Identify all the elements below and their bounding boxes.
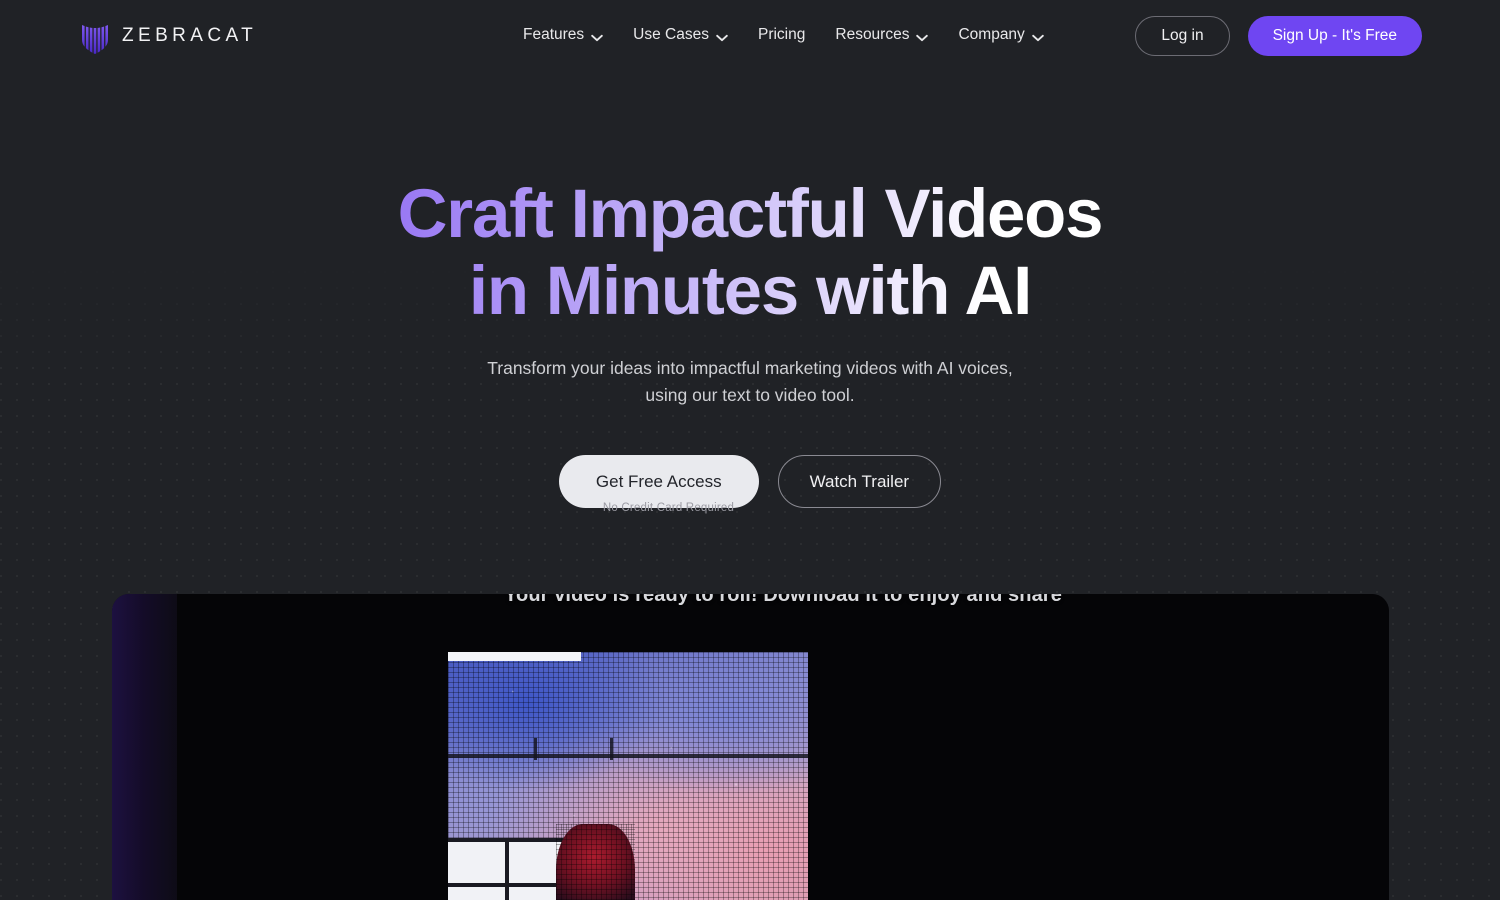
headline-line-1: Craft Impactful Videos [397, 175, 1103, 252]
no-credit-card-note: No Credit Card Required [602, 502, 735, 514]
nav-item-pricing-label: Pricing [757, 26, 806, 43]
hero-subheading-line-2: using our text to video tool. [645, 385, 855, 405]
zebracat-shield-bars-logo-icon [82, 18, 108, 54]
ceiling-light-bar [448, 652, 582, 661]
nav-item-pricing[interactable]: Pricing [743, 22, 820, 48]
paned-window [448, 838, 567, 900]
chevron-down-icon [716, 32, 728, 42]
nav-item-features-label: Features [523, 26, 585, 43]
hero-section: Craft Impactful Videos in Minutes with A… [0, 175, 1500, 514]
signup-button[interactable]: Sign Up - It's Free [1247, 16, 1422, 56]
nav-links: Features Use Cases Pricing Resources Com… [508, 22, 1059, 48]
page-title: Craft Impactful Videos in Minutes with A… [0, 175, 1500, 329]
window-mullion-horizontal [448, 883, 563, 888]
nav-actions: Log in Sign Up - It's Free [1135, 16, 1422, 56]
video-subject-figure [556, 824, 636, 900]
video-ready-caption: Your video is ready to roll! Download it… [504, 594, 1062, 606]
login-button[interactable]: Log in [1135, 16, 1230, 56]
nav-item-company[interactable]: Company [943, 22, 1058, 48]
hero-subheading-line-1: Transform your ideas into impactful mark… [487, 358, 1013, 378]
get-free-access-button[interactable]: Get Free Access [558, 455, 759, 508]
window-mullion-vertical [505, 842, 510, 900]
brand-logo[interactable]: ZEBRACAT [82, 18, 257, 54]
ceiling-beam [448, 753, 808, 758]
nav-item-resources-label: Resources [835, 26, 910, 43]
hero-cta-row: Get Free Access Watch Trailer [0, 455, 1500, 508]
nav-item-resources[interactable]: Resources [820, 22, 943, 48]
ceiling-beam-post [610, 738, 613, 760]
chevron-down-icon [591, 32, 603, 42]
chevron-down-icon [916, 32, 929, 42]
nav-item-features[interactable]: Features [508, 22, 618, 48]
brand-wordmark: ZEBRACAT [122, 25, 258, 46]
ceiling-beam-post [534, 738, 538, 760]
top-navigation-bar: ZEBRACAT Features Use Cases Pricing Reso… [0, 0, 1500, 72]
nav-item-use-cases[interactable]: Use Cases [618, 22, 743, 48]
chevron-down-icon [1032, 32, 1044, 42]
video-showcase-panel[interactable]: Your video is ready to roll! Download it… [112, 594, 1389, 900]
video-still-frame [448, 652, 808, 900]
nav-item-use-cases-label: Use Cases [633, 26, 709, 43]
headline-line-2: in Minutes with AI [468, 252, 1032, 329]
hero-subheading: Transform your ideas into impactful mark… [0, 355, 1500, 409]
video-stage [177, 594, 1389, 900]
landing-page: ZEBRACAT Features Use Cases Pricing Reso… [0, 0, 1500, 900]
watch-trailer-button[interactable]: Watch Trailer [777, 455, 942, 508]
nav-item-company-label: Company [958, 26, 1025, 43]
